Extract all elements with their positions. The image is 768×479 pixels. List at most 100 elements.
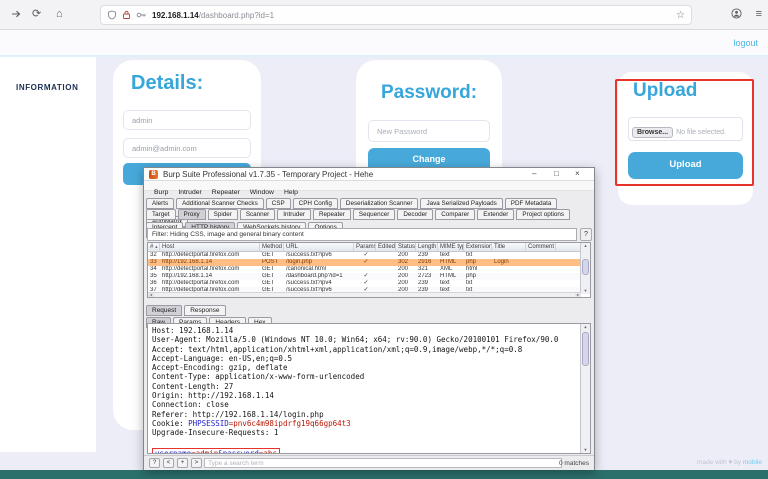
history-cell: 239: [416, 280, 438, 287]
column-header[interactable]: Params: [354, 243, 376, 251]
column-header[interactable]: Host: [160, 243, 260, 251]
history-cell: HTML: [438, 273, 464, 280]
request-line: Host: 192.168.1.14: [152, 326, 578, 335]
sidebar-item-information[interactable]: INFORMATION: [16, 83, 78, 92]
history-cell: GET: [260, 273, 284, 280]
history-cell: 200: [396, 266, 416, 273]
table-scroll-thumb[interactable]: [582, 259, 589, 275]
forward-icon[interactable]: [10, 8, 22, 24]
history-cell: [526, 280, 556, 287]
raw-request-panel[interactable]: Host: 192.168.1.14User-Agent: Mozilla/5.…: [147, 323, 591, 454]
history-cell: php: [464, 259, 492, 266]
history-cell: [354, 266, 376, 273]
file-input[interactable]: Browse...No file selected.: [628, 117, 743, 141]
maximize-button[interactable]: □: [554, 169, 559, 178]
column-header[interactable]: Extension: [464, 243, 492, 251]
history-cell: GET: [260, 280, 284, 287]
close-button[interactable]: ×: [575, 169, 580, 178]
upload-button[interactable]: Upload: [628, 152, 743, 179]
search-input[interactable]: [204, 458, 562, 468]
history-cell: ✓: [354, 259, 376, 266]
history-cell: 32: [148, 252, 160, 259]
browse-button[interactable]: Browse...: [632, 127, 673, 138]
history-row[interactable]: 35http://192.168.1.14GET/dashboard.php?i…: [148, 273, 581, 280]
column-header[interactable]: Length: [416, 243, 438, 251]
body-value2: =abc: [259, 449, 277, 454]
bookmark-star-icon[interactable]: ☆: [676, 10, 685, 21]
history-cell: ✓: [354, 280, 376, 287]
burp-titlebar[interactable]: B Burp Suite Professional v1.7.35 - Temp…: [144, 168, 594, 181]
request-line: Connection: close: [152, 400, 578, 409]
history-row[interactable]: 33http://192.168.1.14POST/login.php✓3022…: [148, 259, 581, 266]
raw-tabs: RawParamsHeadersHex: [146, 311, 274, 322]
upload-title: Upload: [633, 80, 697, 102]
column-header[interactable]: Status: [396, 243, 416, 251]
search-add-button[interactable]: +: [177, 458, 188, 468]
menu-icon[interactable]: ≡: [756, 8, 762, 20]
column-header[interactable]: Comment: [526, 243, 556, 251]
no-file-label: No file selected.: [676, 129, 726, 136]
column-header[interactable]: Title: [492, 243, 526, 251]
home-icon[interactable]: ⌂: [56, 8, 63, 21]
request-line: Origin: http://192.168.1.14: [152, 391, 578, 400]
history-cell: GET: [260, 266, 284, 273]
search-help-button[interactable]: ?: [149, 458, 160, 468]
upload-card: Upload Browse...No file selected. Upload: [618, 72, 753, 205]
history-row[interactable]: 34http://detectportal.firefox.comGET/can…: [148, 266, 581, 273]
history-table-rows: 32http://detectportal.firefox.comGET/suc…: [148, 252, 581, 294]
raw-vertical-scrollbar[interactable]: ▲ ▼: [580, 324, 590, 453]
logout-link[interactable]: logout: [733, 38, 758, 48]
new-password-field[interactable]: [368, 120, 490, 142]
history-cell: php: [464, 273, 492, 280]
reload-icon[interactable]: ⟳: [32, 8, 41, 21]
column-header[interactable]: Method: [260, 243, 284, 251]
history-cell: [376, 252, 396, 259]
history-cell: [376, 266, 396, 273]
history-row[interactable]: 32http://detectportal.firefox.comGET/suc…: [148, 252, 581, 259]
body-param2: password: [223, 449, 259, 454]
column-header[interactable]: Edited: [376, 243, 396, 251]
account-icon[interactable]: [731, 8, 742, 22]
history-cell: 302: [396, 259, 416, 266]
credit-link[interactable]: mobile: [743, 459, 762, 466]
page-header: logout: [0, 30, 768, 57]
history-cell: http://192.168.1.14: [160, 259, 260, 266]
search-prev-button[interactable]: <: [163, 458, 174, 468]
credit-by: by: [734, 459, 741, 466]
raw-scroll-thumb[interactable]: [582, 332, 589, 366]
lock-icon[interactable]: [122, 10, 131, 20]
scroll-down-icon[interactable]: ▼: [581, 288, 590, 294]
table-vertical-scrollbar[interactable]: ▲ ▼: [580, 243, 590, 294]
history-cell: Login: [492, 259, 526, 266]
url-bar[interactable]: 192.168.1.14/dashboard.php?id=1 ☆: [100, 5, 692, 25]
filter-help-button[interactable]: ?: [580, 228, 592, 241]
screen: ⟳ ⌂ 192.168.1.14/dashboard.php?id=1 ☆ ≡ …: [0, 0, 768, 479]
scroll-left-icon[interactable]: ◄: [148, 293, 154, 297]
email-field[interactable]: [123, 138, 251, 158]
history-cell: [492, 252, 526, 259]
history-filter-bar[interactable]: Filter: Hiding CSS, image and general bi…: [147, 228, 577, 241]
request-line: Accept-Encoding: gzip, deflate: [152, 363, 578, 372]
key-icon[interactable]: [136, 10, 147, 20]
raw-scroll-up-icon[interactable]: ▲: [581, 324, 590, 330]
history-table-header[interactable]: #HostMethodURLParamsEditedStatusLengthMI…: [148, 243, 581, 252]
history-row[interactable]: 36http://detectportal.firefox.comGET/suc…: [148, 280, 581, 287]
table-horizontal-scrollbar[interactable]: ◄ ►: [148, 292, 581, 297]
burp-window: B Burp Suite Professional v1.7.35 - Temp…: [143, 167, 595, 470]
cookie-value: =pnv6c4m98ipdrfg19q66gp64t3: [229, 419, 351, 428]
history-cell: txt: [464, 252, 492, 259]
search-next-button[interactable]: >: [191, 458, 202, 468]
history-cell: [376, 280, 396, 287]
history-cell: HTML: [438, 259, 464, 266]
body-annotation-box: username=admin&password=abc: [152, 448, 280, 454]
column-header[interactable]: #: [148, 243, 160, 251]
column-header[interactable]: URL: [284, 243, 354, 251]
username-field[interactable]: [123, 110, 251, 130]
scroll-right-icon[interactable]: ►: [575, 293, 581, 297]
minimize-button[interactable]: –: [532, 169, 536, 178]
scroll-up-icon[interactable]: ▲: [581, 243, 590, 249]
raw-scroll-down-icon[interactable]: ▼: [581, 447, 590, 453]
cookie-line: Cookie: PHPSESSID=pnv6c4m98ipdrfg19q66gp…: [152, 419, 578, 428]
column-header[interactable]: MIME type: [438, 243, 464, 251]
history-cell: 36: [148, 280, 160, 287]
